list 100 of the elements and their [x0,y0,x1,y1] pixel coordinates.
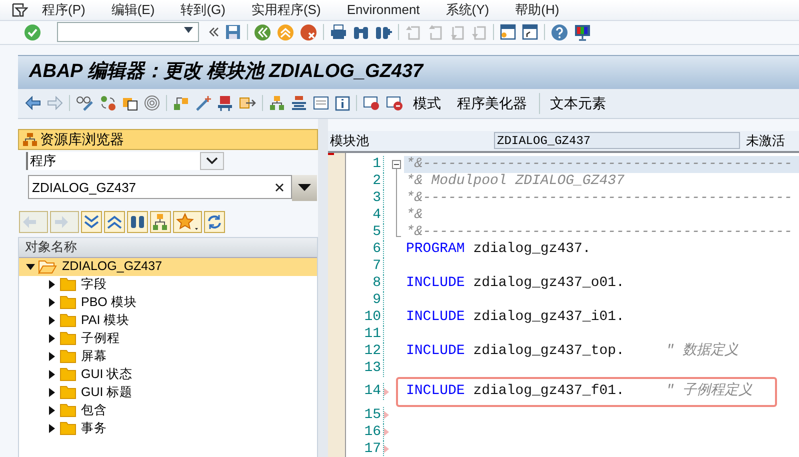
hierarchy-icon[interactable] [173,95,189,111]
code-line: PROGRAM zdialog_gz437. [405,240,591,258]
code-line: *&-------------------------------------------- [405,190,792,206]
menu-item[interactable]: 程序(P) [42,0,86,20]
expand-all-icon[interactable] [81,210,102,232]
line-number: 13 [346,360,384,376]
line-number: 2 [346,172,384,190]
line-number: 1 [346,156,384,172]
tree-item[interactable]: 屏幕 [19,348,317,366]
menu-item[interactable]: 系统(Y) [446,0,490,20]
program-name-field[interactable]: ZDIALOG_GZ437 [494,132,740,149]
menu-item[interactable]: 转到(G) [180,0,226,20]
save-icon[interactable] [225,24,241,40]
binoculars-plus-icon[interactable] [375,24,392,40]
check-icon[interactable] [24,24,41,40]
object-name-field[interactable]: ZDIALOG_GZ437 [28,175,292,200]
open-folder-icon [38,260,57,274]
export-icon[interactable] [239,95,256,111]
folder-icon [60,350,76,363]
back-arrow-icon[interactable] [25,96,41,110]
caret-icon [298,184,311,191]
tree-item[interactable]: 字段 [19,276,317,294]
help-icon[interactable] [551,24,568,40]
screen-icon[interactable] [363,95,380,111]
folder-icon [60,314,76,327]
tree-item[interactable]: ZDIALOG_GZ437 [19,258,317,276]
line-number: 11 [346,326,384,342]
line-number: 10 [346,308,384,326]
glasses-pencil-icon[interactable] [76,95,94,111]
tree-item[interactable]: PAI 模块 [19,312,317,330]
dropdown-button[interactable] [292,174,317,200]
window-title: ABAP 编辑器：更改 模块池 ZDIALOG_GZ437 [29,60,424,84]
line-number: 5 [346,224,384,240]
binoculars-icon[interactable] [353,24,369,40]
line-number: 12 [346,342,384,360]
object-type-dropdown[interactable]: 程序 [26,152,224,170]
stop-icon[interactable] [386,95,403,111]
folder-icon [60,278,76,291]
tree-item[interactable]: GUI 标题 [19,384,317,402]
stamp-icon[interactable] [217,95,233,111]
line-number: 9 [346,292,384,308]
dots-icon[interactable] [100,95,116,111]
list-icon[interactable] [291,95,307,111]
next-page-icon [449,24,465,40]
toolbar-button[interactable]: 程序美化器 [453,92,531,114]
fold-bracket-icon[interactable] [392,160,402,236]
toolbar-button[interactable]: 文本元素 [539,92,610,114]
tree-item[interactable]: 包含 [19,402,317,420]
line-number: 6 [346,240,384,258]
code-line: INCLUDE zdialog_gz437_i01. [405,308,624,326]
tree-icon[interactable] [269,95,285,111]
code-line: *& [405,206,423,224]
binoculars-icon[interactable] [127,210,148,232]
menu-item[interactable]: 编辑(E) [111,0,155,20]
folder-icon [60,368,76,381]
folder-icon [60,404,76,417]
command-field[interactable] [57,22,199,42]
monitor-icon[interactable] [574,24,591,40]
clear-icon[interactable] [275,183,284,192]
code-line: INCLUDE zdialog_gz437_o01. [405,274,624,292]
menu-item[interactable]: 实用程序(S) [251,0,321,20]
last-page-icon [471,24,487,40]
line-number: 4 [346,206,384,224]
code-line: *& Modulpool ZDIALOG_GZ437 [405,172,624,190]
expanded-arrow-icon[interactable] [26,264,34,270]
new-session-icon[interactable] [500,24,516,40]
code-line: INCLUDE zdialog_gz437_top. " 数据定义 [405,342,739,360]
tree-item[interactable]: 子例程 [19,330,317,348]
dropdown-arrow-icon[interactable] [184,27,193,33]
first-page-icon [405,24,421,40]
collapse-all-icon[interactable] [104,210,125,232]
double-chevron-icon[interactable] [209,27,219,37]
tree-item[interactable]: PBO 模块 [19,294,317,312]
print-icon[interactable] [330,24,347,40]
line-number: 7 [346,258,384,274]
tree-item[interactable]: GUI 状态 [19,366,317,384]
previous-page-icon [427,24,443,40]
toolbar-button[interactable]: 模式 [409,92,445,114]
hierarchy-icon[interactable] [150,210,171,232]
shortcut-icon[interactable] [522,24,538,40]
info-icon[interactable] [335,96,350,110]
tree-item[interactable]: 事务 [19,420,317,438]
folder-icon [60,296,76,309]
back-button-icon [19,210,48,232]
spiral-icon[interactable] [144,95,160,111]
menu-item[interactable]: Environment [346,0,420,20]
refresh-icon[interactable] [204,210,225,232]
column-header[interactable]: 对象名称 [19,238,317,258]
folder-icon [60,386,76,399]
menu-icon[interactable] [12,2,28,17]
folder-icon [60,422,76,435]
menu-item[interactable]: 帮助(H) [515,0,560,20]
window-icon[interactable] [313,96,329,110]
chevron-down-icon [206,157,218,164]
panel-title: 资源库浏览器 [40,130,124,148]
tree-icon [23,132,37,146]
cancel-icon[interactable] [300,24,317,40]
magic-wand-icon[interactable] [195,95,211,111]
copy-icon[interactable] [122,95,138,111]
back-icon[interactable] [254,24,271,40]
